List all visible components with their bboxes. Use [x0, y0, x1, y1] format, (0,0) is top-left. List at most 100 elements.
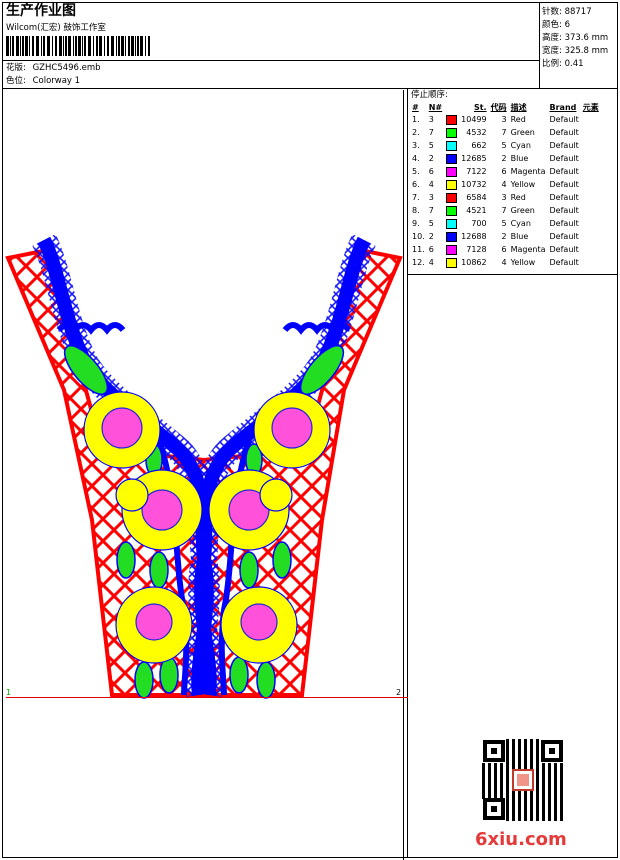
- row-description: Cyan: [510, 141, 531, 150]
- row-brand: Default: [549, 141, 579, 150]
- row-needle: 4: [428, 180, 434, 189]
- color-swatch: [446, 231, 458, 242]
- row-description: Red: [510, 193, 526, 202]
- row-brand: Default: [549, 245, 579, 254]
- row-description: Cyan: [510, 219, 531, 228]
- sequence-row: 8. 7 4521 7 Green Default: [410, 204, 601, 217]
- design-value: GZHC5496.emb: [32, 63, 101, 73]
- row-needle: 6: [428, 245, 434, 254]
- row-needle: 3: [428, 115, 434, 124]
- sequence-row: 5. 6 7122 6 Magenta Default: [410, 165, 601, 178]
- row-needle: 7: [428, 206, 434, 215]
- color-swatch: [446, 192, 458, 203]
- row-stitches: 10499: [461, 115, 487, 124]
- row-swatch: [444, 217, 459, 230]
- row-description: Magenta: [510, 245, 546, 254]
- col-stitches: St.: [473, 102, 487, 112]
- row-code: 5: [501, 141, 507, 150]
- sequence-row: 9. 5 700 5 Cyan Default: [410, 217, 601, 230]
- color-swatch: [446, 114, 458, 125]
- sequence-title: 停止顺序:: [411, 90, 448, 100]
- color-swatch: [446, 244, 458, 255]
- sequence-row: 7. 3 6584 3 Red Default: [410, 191, 601, 204]
- row-stitches: 12685: [461, 154, 487, 163]
- row-needle: 7: [428, 128, 434, 137]
- row-code: 2: [501, 154, 507, 163]
- row-element: [581, 217, 601, 230]
- embroidery-preview: [5, 234, 403, 699]
- row-needle: 5: [428, 141, 434, 150]
- color-swatch: [446, 179, 458, 190]
- row-swatch: [444, 126, 459, 139]
- row-description: Red: [510, 115, 526, 124]
- row-index: 1.: [412, 115, 420, 124]
- row-code: 3: [501, 115, 507, 124]
- row-element: [581, 178, 601, 191]
- row-element: [581, 139, 601, 152]
- col-needle: N#: [428, 102, 443, 112]
- row-brand: Default: [549, 206, 579, 215]
- row-swatch: [444, 113, 459, 126]
- col-brand: Brand: [549, 102, 577, 112]
- row-swatch: [444, 204, 459, 217]
- row-swatch: [444, 152, 459, 165]
- hoop-marker-left: 1: [6, 688, 12, 697]
- color-swatch: [446, 205, 458, 216]
- sequence-header-row: # N# St. 代码 描述 Brand 元素: [410, 101, 601, 113]
- color-swatch: [446, 127, 458, 138]
- row-swatch: [444, 243, 459, 256]
- row-index: 12.: [412, 258, 425, 267]
- row-stitches: 7128: [466, 245, 487, 254]
- row-index: 7.: [412, 193, 420, 202]
- row-description: Magenta: [510, 167, 546, 176]
- row-brand: Default: [549, 154, 579, 163]
- row-index: 3.: [412, 141, 420, 150]
- sequence-row: 3. 5 662 5 Cyan Default: [410, 139, 601, 152]
- row-stitches: 4532: [466, 128, 487, 137]
- row-needle: 2: [428, 154, 434, 163]
- row-element: [581, 165, 601, 178]
- row-index: 11.: [412, 245, 425, 254]
- row-brand: Default: [549, 115, 579, 124]
- row-stitches: 6584: [466, 193, 487, 202]
- stat-scale: 比例: 0.41: [542, 59, 584, 69]
- color-swatch: [446, 153, 458, 164]
- row-index: 6.: [412, 180, 420, 189]
- row-description: Yellow: [510, 180, 536, 189]
- color-swatch: [446, 218, 458, 229]
- row-stitches: 7122: [466, 167, 487, 176]
- hoop-marker-right: 2: [396, 688, 402, 697]
- colorway-value: Colorway 1: [32, 76, 81, 86]
- row-stitches: 4521: [466, 206, 487, 215]
- watermark-logo: 6xiu.com: [475, 829, 567, 850]
- row-brand: Default: [549, 167, 579, 176]
- row-code: 2: [501, 232, 507, 241]
- row-description: Blue: [510, 154, 529, 163]
- row-description: Green: [510, 128, 535, 137]
- row-swatch: [444, 256, 459, 269]
- row-element: [581, 113, 601, 126]
- row-element: [581, 126, 601, 139]
- row-stitches: 12688: [461, 232, 487, 241]
- row-description: Green: [510, 206, 535, 215]
- row-needle: 3: [428, 193, 434, 202]
- row-code: 5: [501, 219, 507, 228]
- row-element: [581, 204, 601, 217]
- row-brand: Default: [549, 219, 579, 228]
- row-code: 6: [501, 245, 507, 254]
- sequence-row: 11. 6 7128 6 Magenta Default: [410, 243, 601, 256]
- row-swatch: [444, 191, 459, 204]
- row-brand: Default: [549, 232, 579, 241]
- color-swatch: [446, 166, 458, 177]
- sequence-row: 12. 4 10862 4 Yellow Default: [410, 256, 601, 269]
- row-stitches: 10732: [461, 180, 487, 189]
- row-brand: Default: [549, 128, 579, 137]
- row-code: 6: [501, 167, 507, 176]
- color-swatch: [446, 140, 458, 151]
- row-swatch: [444, 139, 459, 152]
- row-index: 8.: [412, 206, 420, 215]
- row-swatch: [444, 178, 459, 191]
- row-needle: 6: [428, 167, 434, 176]
- row-brand: Default: [549, 193, 579, 202]
- sequence-row: 2. 7 4532 7 Green Default: [410, 126, 601, 139]
